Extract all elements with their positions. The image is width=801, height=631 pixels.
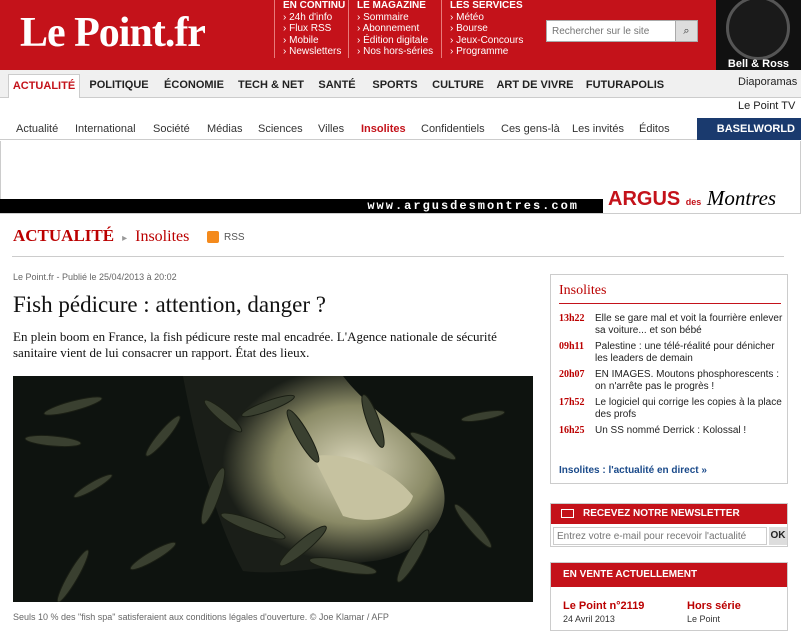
header-link[interactable]: Édition digitale: [357, 35, 433, 47]
news-text[interactable]: EN IMAGES. Moutons phosphorescents : on …: [595, 369, 785, 393]
en-vente-title: EN VENTE ACTUELLEMENT: [551, 563, 787, 587]
article-meta: Le Point.fr - Publié le 25/04/2013 à 20:…: [13, 272, 177, 282]
nav-item-art-de-vivre[interactable]: ART DE VIVRE: [492, 74, 578, 98]
rss-icon[interactable]: [207, 231, 219, 243]
header-link[interactable]: Mobile: [283, 35, 345, 47]
news-time: 20h07: [559, 369, 585, 380]
subnav-item[interactable]: Sciences: [258, 123, 303, 135]
photo-caption: Seuls 10 % des "fish spa" satisferaient …: [13, 612, 389, 622]
news-text[interactable]: Palestine : une télé-réalité pour dénich…: [595, 341, 785, 365]
breadcrumb-subsection[interactable]: Insolites: [135, 228, 189, 245]
search-input[interactable]: [547, 21, 675, 41]
article-title: Fish pédicure : attention, danger ?: [13, 292, 326, 317]
banner-url[interactable]: www.argusdesmontres.com: [0, 199, 603, 213]
hors-serie-sub: Le Point: [687, 614, 721, 624]
subnav-item[interactable]: Confidentiels: [421, 123, 485, 135]
watch-face-icon: [726, 0, 790, 60]
nav-item-actualite[interactable]: ACTUALITÉ: [8, 74, 80, 98]
header-link[interactable]: Bourse: [450, 23, 523, 35]
breadcrumb: ACTUALITÉ ▸ Insolites: [13, 226, 189, 246]
insolites-title[interactable]: Insolites: [559, 283, 606, 299]
envelope-icon: [561, 509, 574, 518]
header-link[interactable]: Programme: [450, 46, 523, 58]
nav-item-sante[interactable]: SANTÉ: [312, 74, 362, 98]
nav-item-tech[interactable]: TECH & NET: [234, 74, 308, 98]
header-column-les-services: LES SERVICES Météo Bourse Jeux-Concours …: [441, 0, 523, 58]
subnav-item[interactable]: Ces gens-là: [501, 123, 560, 135]
site-header: Le Point.fr EN CONTINU 24h d'info Flux R…: [0, 0, 801, 70]
header-link[interactable]: Sommaire: [357, 12, 433, 24]
header-column-title: LES SERVICES: [450, 0, 523, 11]
en-vente-box: EN VENTE ACTUELLEMENT Le Point n°2119 24…: [550, 562, 788, 631]
header-link[interactable]: Abonnement: [357, 23, 433, 35]
fish-pedicure-image: [13, 376, 533, 602]
sub-nav: Actualité International Société Médias S…: [0, 118, 801, 140]
banner-brand-c: Montres: [706, 186, 777, 210]
nav-item-le-point-tv[interactable]: Le Point TV: [738, 100, 795, 112]
article-lede: En plein boom en France, la fish pédicur…: [13, 329, 497, 360]
divider: [559, 303, 781, 304]
header-link[interactable]: Flux RSS: [283, 23, 345, 35]
news-time: 09h11: [559, 341, 585, 352]
subnav-item[interactable]: Médias: [207, 123, 242, 135]
main-nav: ACTUALITÉ POLITIQUE ÉCONOMIE TECH & NET …: [0, 70, 801, 98]
article-photo: [13, 376, 533, 602]
header-link[interactable]: Météo: [450, 12, 523, 24]
magazine-issue-date: 24 Avril 2013: [563, 614, 615, 624]
nav-item-economie[interactable]: ÉCONOMIE: [158, 74, 230, 98]
banner-logo[interactable]: ARGUS des Montres: [608, 186, 776, 211]
site-search: ⌕: [546, 20, 698, 42]
nav-item-politique[interactable]: POLITIQUE: [84, 74, 154, 98]
news-text[interactable]: Elle se gare mal et voit la fourrière en…: [595, 313, 785, 337]
header-link[interactable]: Newsletters: [283, 46, 345, 58]
header-column-title: EN CONTINU: [283, 0, 346, 11]
subnav-item[interactable]: International: [75, 123, 136, 135]
header-column-title: LE MAGAZINE: [357, 0, 426, 11]
breadcrumb-section[interactable]: ACTUALITÉ: [13, 226, 114, 245]
banner-brand-b: des: [685, 197, 702, 207]
header-link[interactable]: 24h d'info: [283, 12, 345, 24]
hors-serie-link[interactable]: Hors série: [687, 600, 741, 612]
header-link[interactable]: Nos hors-séries: [357, 46, 433, 58]
news-text[interactable]: Un SS nommé Derrick : Kolossal !: [595, 425, 785, 437]
nav-item-futurapolis[interactable]: FUTURAPOLIS: [582, 74, 668, 98]
magazine-issue-link[interactable]: Le Point n°2119: [563, 600, 644, 612]
divider: [12, 256, 784, 257]
newsletter-box: RECEVEZ NOTRE NEWSLETTER OK: [550, 503, 788, 547]
news-time: 13h22: [559, 313, 585, 324]
header-column-le-magazine: LE MAGAZINE Sommaire Abonnement Édition …: [348, 0, 433, 58]
watch-ad[interactable]: Bell & Ross: [716, 0, 801, 70]
news-time: 16h25: [559, 425, 585, 436]
news-text[interactable]: Le logiciel qui corrige les copies à la …: [595, 397, 785, 421]
subnav-item[interactable]: Villes: [318, 123, 344, 135]
rss-link[interactable]: RSS: [224, 232, 245, 243]
subnav-item[interactable]: Éditos: [639, 123, 670, 135]
subnav-item[interactable]: Les invités: [572, 123, 624, 135]
insolites-box: Insolites 13h22 Elle se gare mal et voit…: [550, 274, 788, 484]
subnav-item-insolites[interactable]: Insolites: [361, 123, 406, 135]
insolites-more-link[interactable]: Insolites : l'actualité en direct »: [559, 465, 707, 476]
nav-item-diaporamas[interactable]: Diaporamas: [738, 76, 797, 88]
search-icon[interactable]: ⌕: [675, 21, 697, 41]
subnav-item[interactable]: Société: [153, 123, 190, 135]
newsletter-email-input[interactable]: [553, 527, 767, 545]
nav-item-sports[interactable]: SPORTS: [366, 74, 424, 98]
banner-brand-a: ARGUS: [608, 188, 681, 210]
header-column-en-continu: EN CONTINU 24h d'info Flux RSS Mobile Ne…: [274, 0, 345, 58]
watch-ad-label: Bell & Ross: [727, 58, 790, 70]
chevron-right-icon: ▸: [122, 233, 128, 244]
newsletter-ok-button[interactable]: OK: [769, 527, 787, 545]
newsletter-title: RECEVEZ NOTRE NEWSLETTER: [551, 504, 787, 524]
baselworld-ad[interactable]: BASELWORLD: [697, 118, 801, 140]
site-logo[interactable]: Le Point.fr: [20, 4, 270, 62]
news-time: 17h52: [559, 397, 585, 408]
header-link[interactable]: Jeux-Concours: [450, 35, 523, 47]
subnav-item[interactable]: Actualité: [16, 123, 58, 135]
nav-item-culture[interactable]: CULTURE: [428, 74, 488, 98]
